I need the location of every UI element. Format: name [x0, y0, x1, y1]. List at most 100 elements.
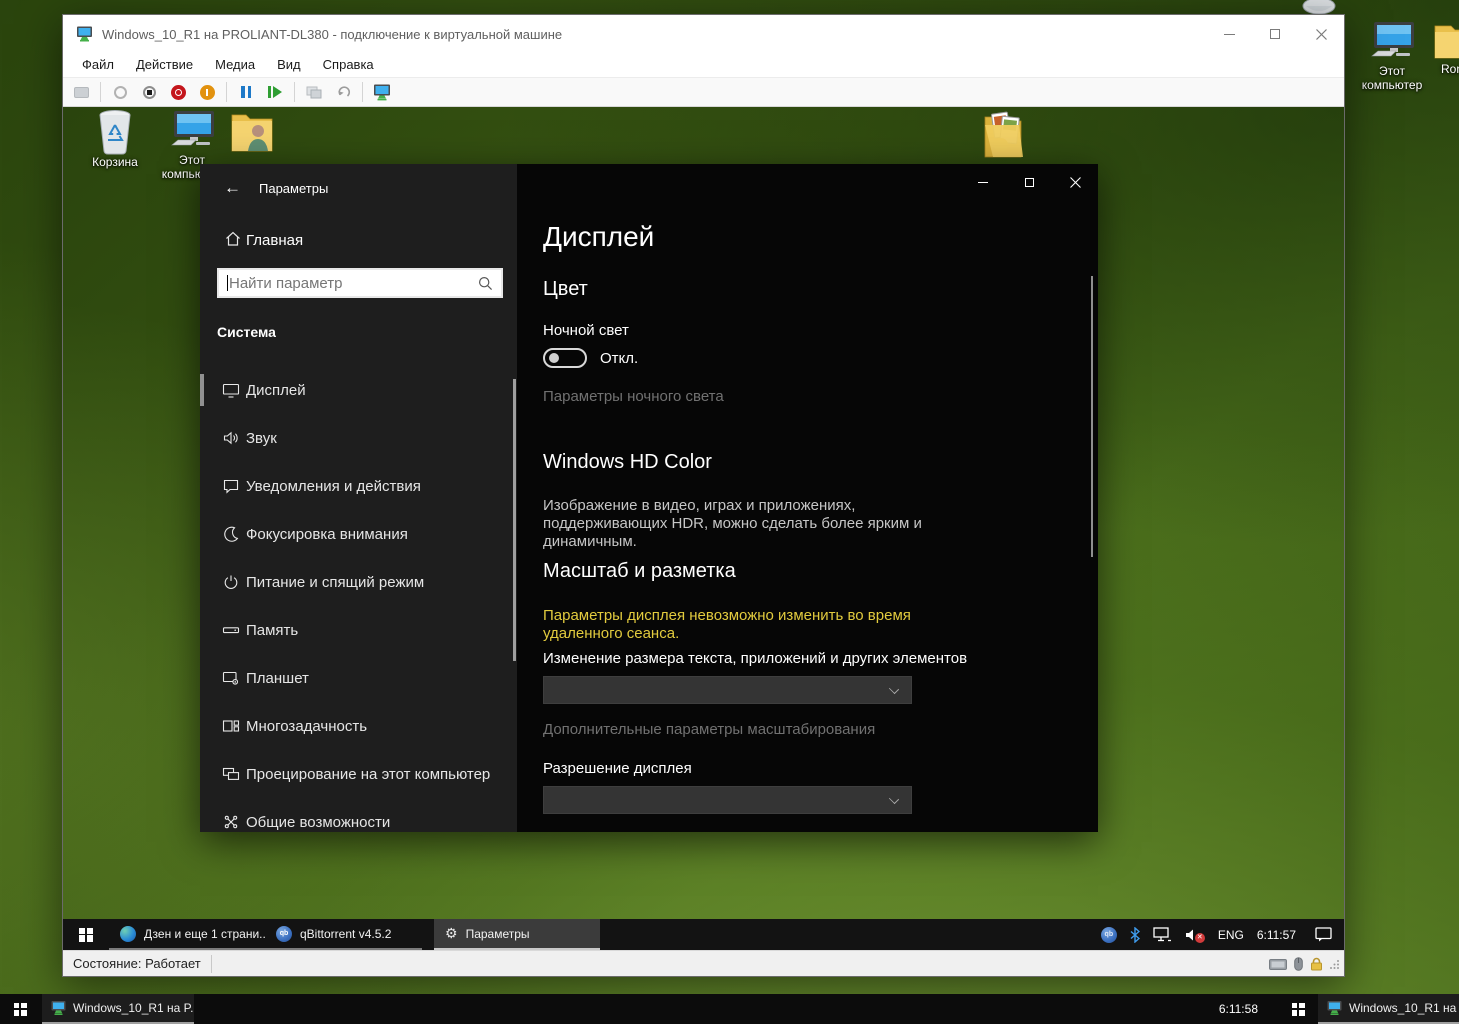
advanced-scaling-link[interactable]: Дополнительные параметры масштабирования — [543, 721, 875, 738]
sidebar-item-power[interactable]: Питание и спящий режим — [200, 558, 517, 606]
sidebar-item-focus[interactable]: Фокусировка внимания — [200, 510, 517, 558]
shutdown-button[interactable] — [168, 82, 188, 102]
power-disabled-button[interactable] — [110, 82, 130, 102]
settings-sidebar: ← Параметры Главная Система Диспл — [200, 164, 517, 832]
back-button[interactable]: ← — [224, 178, 241, 198]
storage-icon — [222, 621, 240, 639]
text-caret — [227, 275, 228, 291]
night-light-settings-link[interactable]: Параметры ночного света — [543, 388, 724, 405]
start-vm-button[interactable] — [265, 82, 285, 102]
vm-recycle-bin-icon[interactable]: Корзина — [77, 109, 153, 187]
revert-button[interactable] — [333, 82, 353, 102]
selected-indicator — [200, 374, 204, 406]
hyperv-monitor-icon — [1327, 1001, 1342, 1016]
resize-grip[interactable] — [1330, 959, 1340, 969]
vmconnect-titlebar[interactable]: Windows_10_R1 на PROLIANT-DL380 - подклю… — [63, 15, 1344, 53]
sidebar-item-sound[interactable]: Звук — [200, 414, 517, 462]
sidebar-item-multitasking[interactable]: Многозадачность — [200, 702, 517, 750]
projecting-icon — [222, 765, 240, 783]
action-center-icon[interactable] — [1315, 927, 1332, 942]
vm-pictures-folder-icon[interactable] — [981, 107, 1027, 165]
multitasking-icon — [222, 717, 240, 735]
checkpoint-button[interactable] — [304, 82, 324, 102]
host-clock[interactable]: 6:11:58 — [1192, 994, 1258, 1024]
menu-file[interactable]: Файл — [71, 53, 125, 77]
chevron-down-icon — [889, 794, 899, 804]
hdr-description: Изображение в видео, играх и приложениях… — [543, 497, 975, 551]
sidebar-item-home[interactable]: Главная — [246, 232, 303, 249]
vm-task-qbittorrent[interactable]: qb qBittorrent v4.5.2 — [265, 919, 422, 950]
main-scrollbar[interactable] — [1091, 276, 1093, 557]
vmconnect-statusbar: Состояние: Работает — [63, 950, 1344, 976]
menu-media[interactable]: Медиа — [204, 53, 266, 77]
mute-badge: ✕ — [1195, 933, 1205, 943]
mouse-status-icon — [1294, 957, 1303, 971]
hyperv-window-icon — [76, 26, 93, 42]
search-icon[interactable] — [478, 276, 493, 291]
vm-start-button[interactable] — [63, 919, 109, 950]
pause-button[interactable] — [236, 82, 256, 102]
save-state-button[interactable] — [197, 82, 217, 102]
gear-icon: ⚙ — [445, 925, 458, 942]
vm-task-edge[interactable]: Дзен и еще 1 страни... — [109, 919, 265, 950]
scale-dropdown[interactable] — [543, 676, 912, 704]
vm-task-settings[interactable]: ⚙ Параметры — [434, 919, 600, 950]
host-folder-icon[interactable]: Ron — [1432, 18, 1459, 94]
minimize-button[interactable] — [1206, 15, 1252, 53]
settings-window-title: Параметры — [259, 181, 328, 196]
scale-section-heading: Масштаб и разметка — [543, 560, 736, 583]
vm-desktop: Корзина Этот компьютер — [63, 107, 1344, 950]
night-light-label: Ночной свет — [543, 322, 629, 339]
sidebar-scrollbar[interactable] — [513, 379, 516, 661]
sidebar-item-tablet[interactable]: Планшет — [200, 654, 517, 702]
bluetooth-icon[interactable] — [1130, 927, 1140, 943]
host-task-vmconnect[interactable]: Windows_10_R1 на P... — [42, 994, 194, 1024]
volume-muted-icon[interactable]: ✕ — [1185, 927, 1205, 943]
stop-icon — [143, 86, 156, 99]
settings-minimize-button[interactable] — [960, 164, 1006, 200]
page-title: Дисплей — [543, 221, 654, 253]
home-icon — [224, 230, 242, 252]
scale-dropdown-label: Изменение размера текста, приложений и д… — [543, 650, 967, 667]
resolution-dropdown[interactable] — [543, 786, 912, 814]
sidebar-item-projecting[interactable]: Проецирование на этот компьютер — [200, 750, 517, 798]
night-light-toggle[interactable] — [543, 348, 587, 368]
edge-icon — [120, 926, 136, 942]
close-button[interactable] — [1298, 15, 1344, 53]
host-start-button-monitor2[interactable] — [1278, 994, 1318, 1024]
qbittorrent-tray-icon[interactable]: qb — [1101, 927, 1117, 943]
turn-off-button[interactable] — [139, 82, 159, 102]
menu-help[interactable]: Справка — [312, 53, 385, 77]
menu-view[interactable]: Вид — [266, 53, 312, 77]
vm-recycle-bin-label: Корзина — [77, 155, 153, 169]
checkpoint-icon — [306, 85, 322, 99]
sidebar-item-notifications[interactable]: Уведомления и действия — [200, 462, 517, 510]
vm-system-tray: qb ✕ ENG 6:11:57 — [1101, 919, 1332, 950]
network-icon[interactable] — [1153, 927, 1172, 942]
tablet-icon — [222, 669, 240, 687]
lock-icon — [1310, 957, 1323, 971]
settings-close-button[interactable] — [1052, 164, 1098, 200]
sidebar-item-display[interactable]: Дисплей — [200, 366, 517, 414]
host-start-button[interactable] — [0, 994, 40, 1024]
resolution-dropdown-label: Разрешение дисплея — [543, 760, 692, 777]
host-this-pc-icon[interactable]: Этот компьютер — [1357, 20, 1427, 98]
language-indicator[interactable]: ENG — [1218, 928, 1244, 942]
sidebar-item-shared-experiences[interactable]: Общие возможности — [200, 798, 517, 832]
power-icon — [222, 573, 240, 591]
enhanced-session-button[interactable] — [372, 82, 392, 102]
search-input[interactable] — [229, 272, 469, 294]
maximize-icon — [1270, 29, 1280, 39]
vm-user-folder-icon[interactable] — [228, 109, 278, 159]
vm-clock[interactable]: 6:11:57 — [1257, 928, 1296, 942]
ctrl-alt-del-button[interactable] — [71, 82, 91, 102]
sidebar-nav: Дисплей Звук Уведомления и действия Фоку… — [200, 366, 517, 832]
host-task-vmconnect-monitor2[interactable]: Windows_10_R1 на P... — [1318, 994, 1459, 1024]
sidebar-item-storage[interactable]: Память — [200, 606, 517, 654]
play-icon — [268, 86, 282, 98]
search-box[interactable] — [217, 268, 503, 298]
settings-maximize-button[interactable] — [1006, 164, 1052, 200]
menu-action[interactable]: Действие — [125, 53, 204, 77]
close-icon — [1316, 29, 1327, 40]
maximize-button[interactable] — [1252, 15, 1298, 53]
